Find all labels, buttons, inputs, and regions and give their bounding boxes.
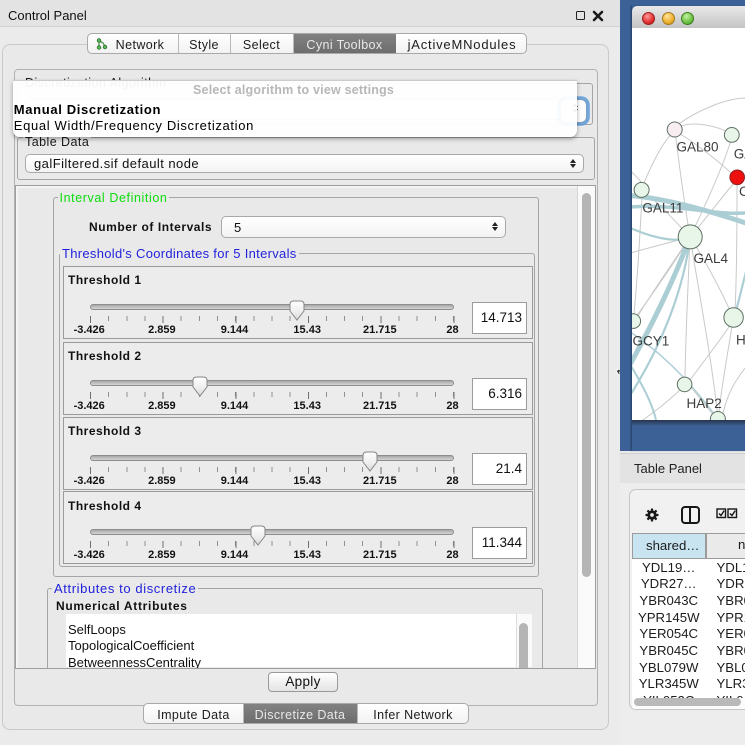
svg-text:GAL4: GAL4 (694, 251, 729, 266)
svg-text:GAL80: GAL80 (677, 140, 719, 155)
svg-text:GAL11: GAL11 (642, 201, 683, 216)
svg-text:H: H (736, 333, 745, 348)
svg-text:GCY1: GCY1 (633, 334, 670, 349)
svg-text:GA: GA (734, 147, 745, 162)
svg-text:HAP2: HAP2 (687, 396, 722, 411)
svg-text:C: C (739, 184, 745, 199)
